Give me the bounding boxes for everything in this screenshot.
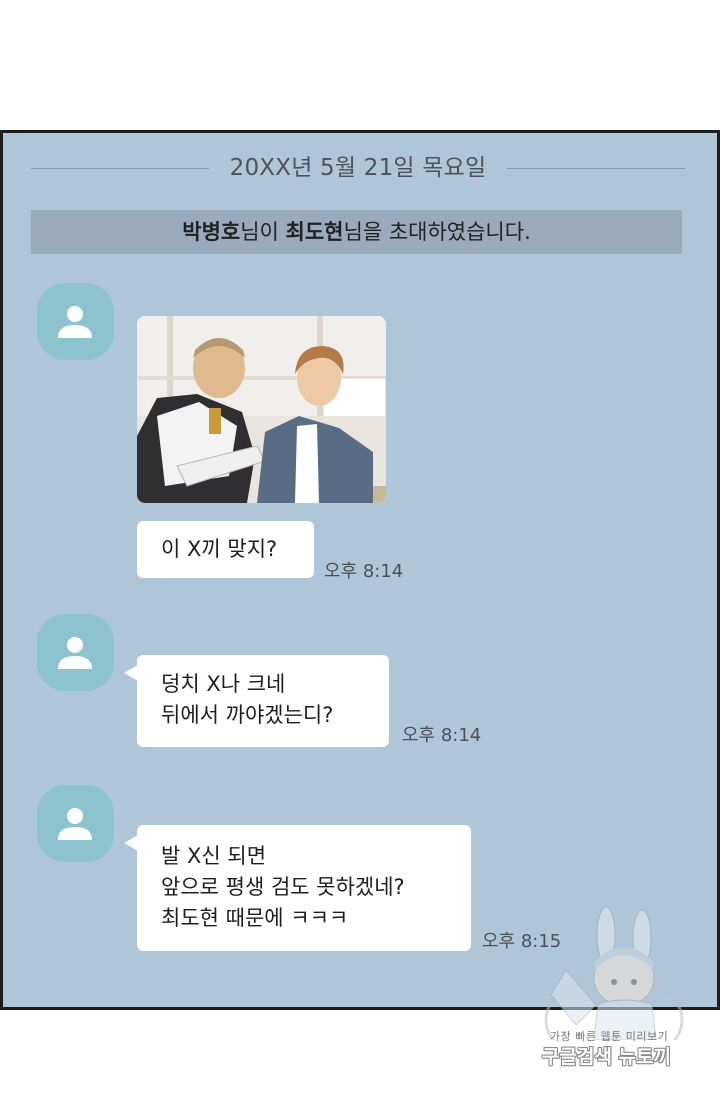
date-divider-text: 20XX년 5월 21일 목요일 (229, 155, 487, 181)
invite-text-middle: 님이 (240, 220, 286, 244)
message-time: 오후 8:14 (402, 725, 482, 746)
invite-text-suffix: 님을 초대하였습니다. (343, 220, 531, 244)
message-bubble[interactable]: 덩치 X나 크네 뒤에서 까야겠는디? (124, 655, 389, 747)
date-divider-line-left (31, 168, 209, 169)
watermark-bottom-text: 구글검색 뉴토끼 (542, 1046, 671, 1068)
bubble-tail (124, 835, 138, 851)
message-text: 덩치 X나 크네 (161, 672, 286, 696)
system-invite-banner: 박병호님이 최도현님을 초대하였습니다. (31, 210, 682, 254)
sender-avatar[interactable] (37, 614, 114, 691)
message-bubble[interactable]: 이 X끼 맞지? (137, 521, 314, 578)
invitee-name: 최도현 (285, 220, 344, 244)
message-bubble[interactable]: 발 X신 되면 앞으로 평생 검도 못하겠네? 최도현 때문에 ㅋㅋㅋ (124, 825, 471, 951)
message-text: 앞으로 평생 검도 못하겠네? (161, 875, 405, 899)
message-text: 최도현 때문에 ㅋㅋㅋ (161, 906, 349, 930)
person-avatar-icon (58, 637, 92, 669)
chat-window: 20XX년 5월 21일 목요일 박병호님이 최도현님을 초대하였습니다. 이 … (0, 130, 720, 1010)
image-message[interactable] (137, 316, 386, 503)
message-text: 이 X끼 맞지? (161, 537, 278, 561)
sender-avatar[interactable] (37, 785, 114, 862)
message-text: 뒤에서 까야겠는디? (161, 703, 334, 727)
message-time: 오후 8:14 (324, 561, 404, 582)
message-text: 발 X신 되면 (161, 844, 267, 868)
sender-avatar[interactable] (37, 283, 114, 360)
date-divider: 20XX년 5월 21일 목요일 (31, 153, 685, 183)
comic-image (137, 316, 386, 503)
date-divider-line-right (507, 168, 685, 169)
inviter-name: 박병호 (182, 220, 241, 244)
watermark: 가장 빠른 웹툰 미리보기 구글검색 뉴토끼 (536, 900, 706, 1085)
bunny-mascot-icon (544, 906, 684, 1040)
bubble-tail (124, 665, 138, 681)
person-avatar-icon (58, 306, 92, 338)
person-avatar-icon (58, 808, 92, 840)
